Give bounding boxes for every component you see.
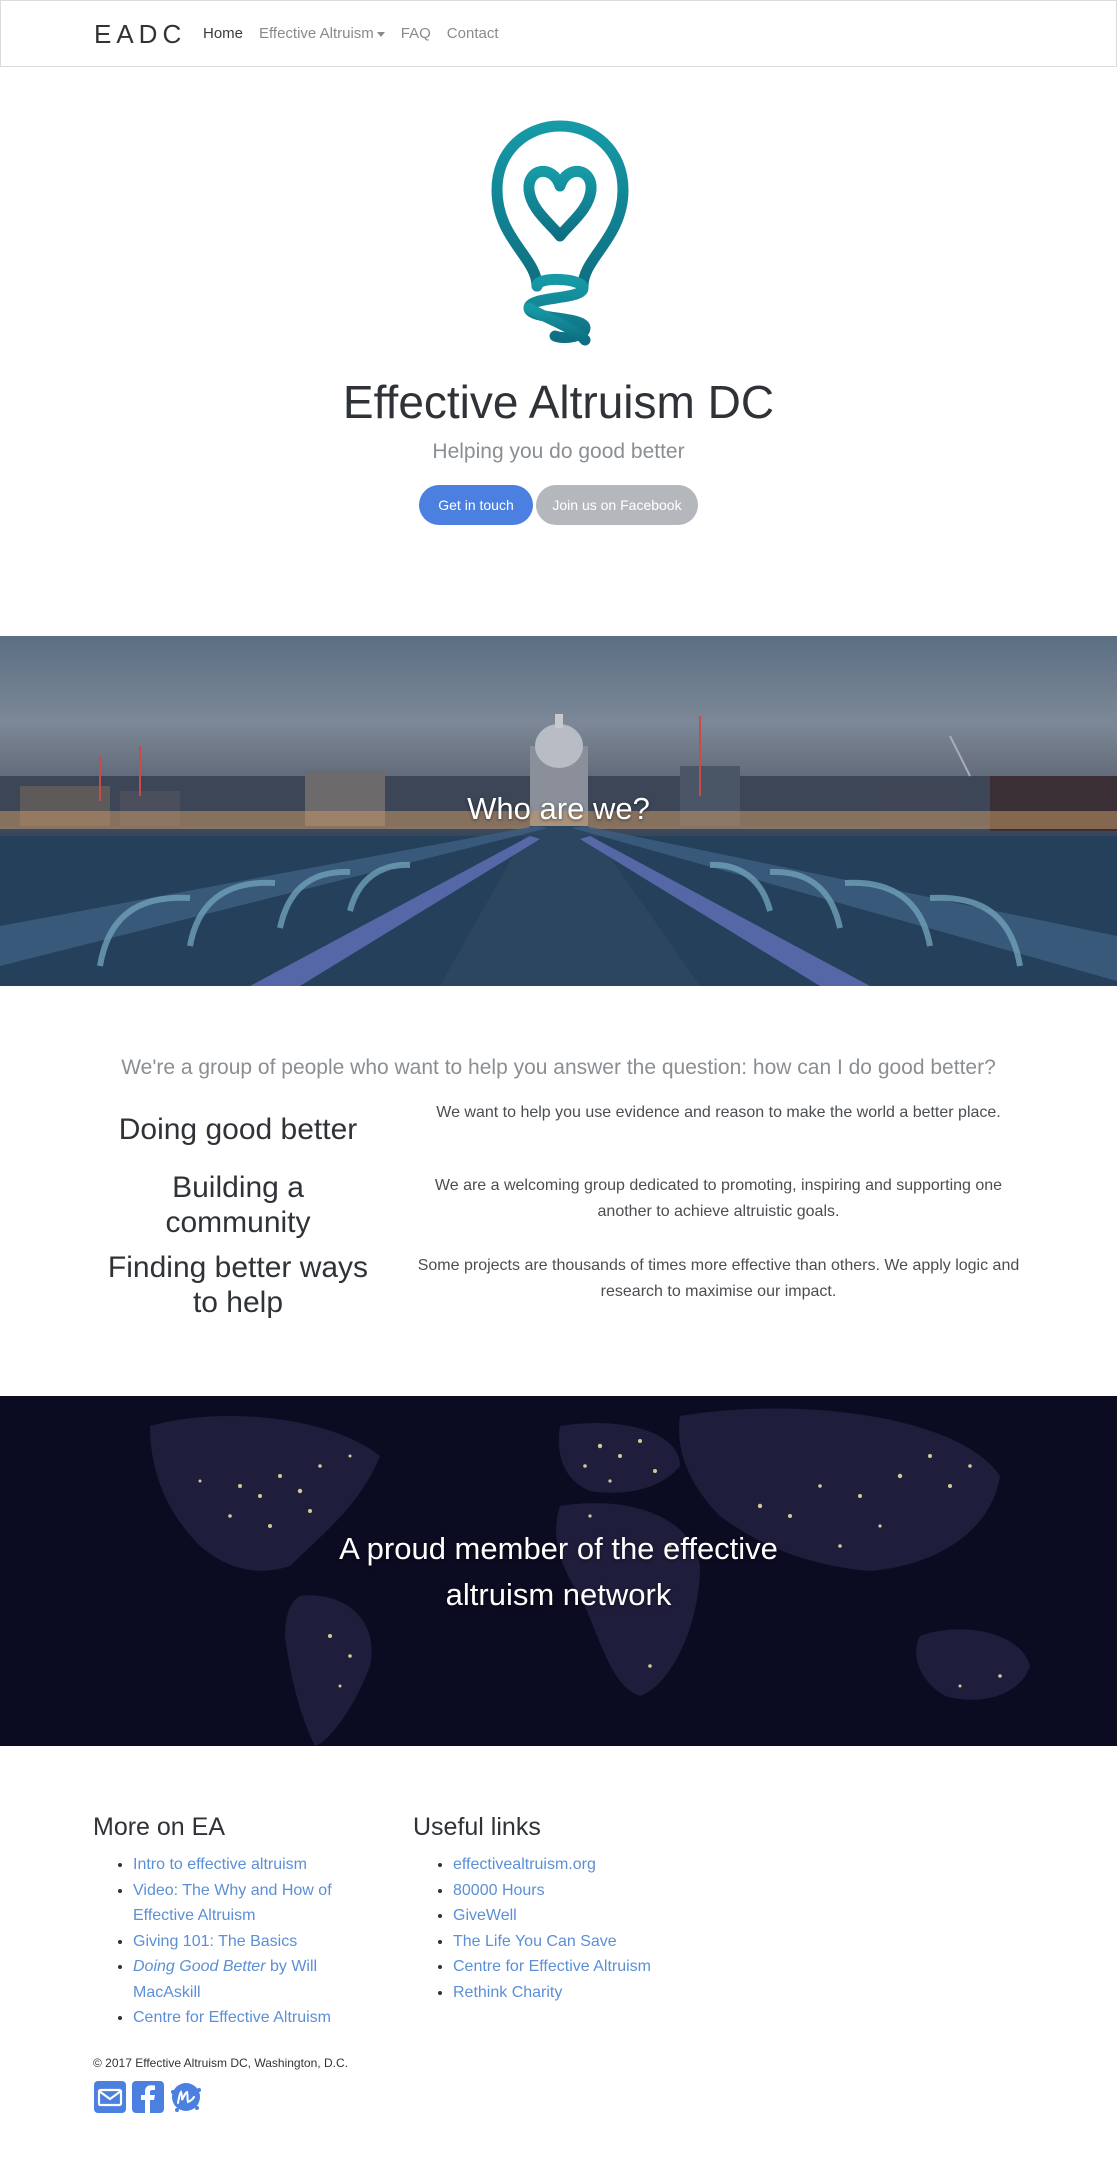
list-item: Video: The Why and How of Effective Altr… [133,1878,383,1929]
list-item: 80000 Hours [453,1878,733,1904]
footer-link[interactable]: Giving 101: The Basics [133,1933,297,1950]
page-subtitle: Helping you do good better [432,440,685,463]
navbar: EADC Home Effective Altruism FAQ Contact [0,0,1117,67]
link-prefix: Video: [133,1881,179,1899]
footer-link[interactable]: Intro to effective altruism [133,1856,307,1873]
banner-title: A proud member of the effective altruism… [339,1531,778,1612]
list-item: Centre for Effective Altruism [453,1954,733,1980]
list-item: effectivealtruism.org [453,1852,733,1878]
list-item: Centre for Effective Altruism [133,2005,383,2031]
list-item: Doing Good Better by Will MacAskill [133,1954,383,2005]
list-item: The Life You Can Save [453,1929,733,1955]
nav-item-faq[interactable]: FAQ [401,25,431,42]
nav-item-home[interactable]: Home [203,25,243,42]
email-icon[interactable] [93,2080,127,2114]
footer-heading: More on EA [93,1813,226,1841]
about-text: Some projects are thousands of times mor… [417,1257,1020,1300]
footer-useful-links: Useful links effectivealtruism.org 80000… [413,1813,733,2005]
footer-link[interactable]: The Life You Can Save [453,1933,617,1950]
join-facebook-button[interactable]: Join us on Facebook [536,485,698,525]
about-heading: Doing good better [118,1113,358,1146]
about-row: Doing good better We want to help you us… [93,1100,1024,1160]
who-are-we-banner: Who are we? [0,636,1117,986]
banner-title: Who are we? [467,791,650,826]
about-lead: We're a group of people who want to help… [121,1056,996,1079]
nav-item-contact[interactable]: Contact [447,25,499,42]
footer-link[interactable]: GiveWell [453,1907,517,1924]
nav-menu: Home Effective Altruism FAQ Contact [203,25,499,42]
list-item: Rethink Charity [453,1980,733,2006]
get-in-touch-button[interactable]: Get in touch [419,485,533,525]
network-banner: A proud member of the effective altruism… [0,1396,1117,1746]
footer-heading: Useful links [413,1813,541,1841]
list-item: Giving 101: The Basics [133,1929,383,1955]
list-item: Intro to effective altruism [133,1852,383,1878]
footer-more-on-ea: More on EA Intro to effective altruism V… [93,1813,383,2031]
footer-link-list: Intro to effective altruism Video: The W… [93,1852,383,2031]
footer-link[interactable]: Centre for Effective Altruism [453,1958,651,1975]
about-heading: Finding better ways to help [107,1251,369,1319]
about-text: We are a welcoming group dedicated to pr… [434,1177,1003,1220]
about-text: We want to help you use evidence and rea… [436,1104,1001,1121]
about-heading: Building a community [165,1171,311,1239]
nav-item-label: Effective Altruism [259,25,374,42]
social-links [93,2080,203,2114]
footer-link[interactable]: Doing Good Better by Will MacAskill [133,1958,317,2001]
page-title: Effective Altruism DC [342,376,775,428]
list-item: GiveWell [453,1903,733,1929]
meetup-icon[interactable] [169,2080,203,2114]
about-row: Building a community We are a welcoming … [93,1170,1024,1240]
footer-link[interactable]: Centre for Effective Altruism [133,2009,331,2026]
nav-item-effective-altruism[interactable]: Effective Altruism [259,25,385,42]
footer-link[interactable]: Rethink Charity [453,1984,562,2001]
brand-logo[interactable]: EADC [94,19,186,50]
footer-link[interactable]: effectivealtruism.org [453,1856,596,1873]
about-row: Finding better ways to help Some project… [93,1250,1024,1320]
footer-link-list: effectivealtruism.org 80000 Hours GiveWe… [413,1852,733,2005]
facebook-icon[interactable] [131,2080,165,2114]
book-title: Doing Good Better [133,1958,266,1975]
copyright: © 2017 Effective Altruism DC, Washington… [93,2056,348,2070]
footer-link[interactable]: 80000 Hours [453,1882,545,1899]
caret-down-icon [376,31,385,37]
lightbulb-heart-icon [491,120,629,346]
